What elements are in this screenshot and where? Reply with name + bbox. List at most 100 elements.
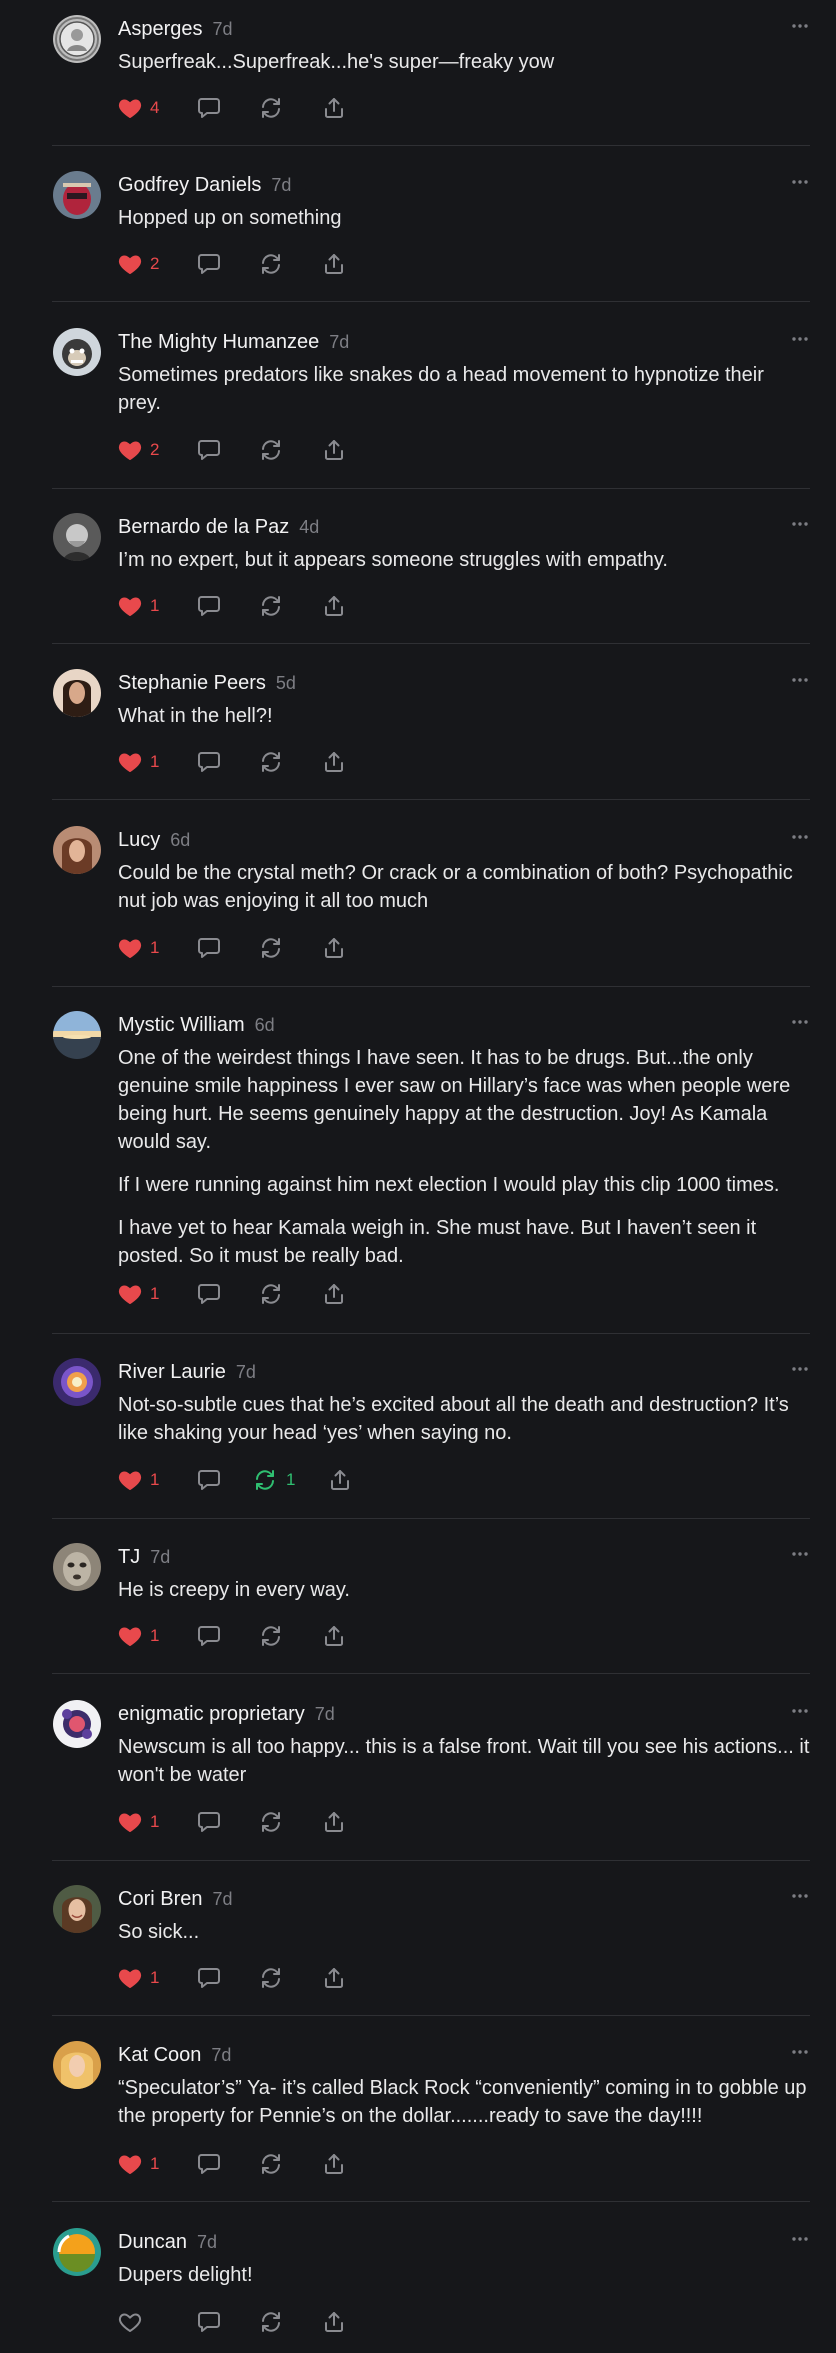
like-button[interactable]: 4: [118, 94, 159, 122]
author-name[interactable]: River Laurie: [118, 1361, 226, 1383]
share-button[interactable]: [322, 250, 346, 278]
like-button[interactable]: 1: [118, 1964, 159, 1992]
timestamp[interactable]: 6d: [255, 1015, 275, 1035]
reply-button[interactable]: [196, 748, 222, 776]
restack-button[interactable]: [258, 1622, 292, 1650]
author-name[interactable]: Mystic William: [118, 1014, 245, 1036]
reply-button[interactable]: [196, 1964, 222, 1992]
author-name[interactable]: Stephanie Peers: [118, 672, 266, 694]
avatar[interactable]: [53, 1543, 101, 1591]
more-dots-icon[interactable]: [790, 670, 810, 690]
more-dots-icon[interactable]: [790, 1012, 810, 1032]
restack-button[interactable]: [258, 1808, 292, 1836]
author-name[interactable]: Cori Bren: [118, 1888, 202, 1910]
reply-button[interactable]: [196, 934, 222, 962]
like-button[interactable]: 2: [118, 436, 159, 464]
like-button[interactable]: 1: [118, 748, 159, 776]
reply-button[interactable]: [196, 250, 222, 278]
author-name[interactable]: Asperges: [118, 18, 203, 40]
reply-button[interactable]: [196, 1466, 222, 1494]
timestamp[interactable]: 5d: [276, 673, 296, 693]
share-button[interactable]: [322, 436, 346, 464]
restack-button[interactable]: [258, 1280, 292, 1308]
timestamp[interactable]: 7d: [236, 1362, 256, 1382]
share-button[interactable]: [322, 1622, 346, 1650]
author-name[interactable]: enigmatic proprietary: [118, 1703, 305, 1725]
more-dots-icon[interactable]: [790, 2229, 810, 2249]
more-dots-icon[interactable]: [790, 329, 810, 349]
reply-button[interactable]: [196, 94, 222, 122]
author-name[interactable]: Godfrey Daniels: [118, 174, 261, 196]
more-dots-icon[interactable]: [790, 172, 810, 192]
author-name[interactable]: Kat Coon: [118, 2044, 201, 2066]
more-dots-icon[interactable]: [790, 514, 810, 534]
reply-button[interactable]: [196, 1280, 222, 1308]
avatar[interactable]: [53, 171, 101, 219]
avatar[interactable]: [53, 15, 101, 63]
like-button[interactable]: 2: [118, 250, 159, 278]
timestamp[interactable]: 7d: [315, 1704, 335, 1724]
share-button[interactable]: [322, 934, 346, 962]
restack-button[interactable]: [258, 1964, 292, 1992]
avatar[interactable]: [53, 513, 101, 561]
like-button[interactable]: 1: [118, 1808, 159, 1836]
like-button[interactable]: 1: [118, 592, 159, 620]
author-name[interactable]: TJ: [118, 1546, 140, 1568]
like-button[interactable]: 1: [118, 1280, 159, 1308]
avatar[interactable]: [53, 826, 101, 874]
share-button[interactable]: [322, 94, 346, 122]
restack-button[interactable]: [258, 436, 292, 464]
more-dots-icon[interactable]: [790, 2042, 810, 2062]
author-name[interactable]: Bernardo de la Paz: [118, 516, 289, 538]
like-button[interactable]: 1: [118, 1466, 159, 1494]
avatar[interactable]: [53, 1885, 101, 1933]
restack-button[interactable]: [258, 748, 292, 776]
avatar[interactable]: [53, 1700, 101, 1748]
more-dots-icon[interactable]: [790, 1544, 810, 1564]
reply-button[interactable]: [196, 2308, 222, 2336]
share-button[interactable]: [322, 1808, 346, 1836]
restack-button[interactable]: [258, 94, 292, 122]
like-button[interactable]: 1: [118, 934, 159, 962]
avatar[interactable]: [53, 2041, 101, 2089]
author-name[interactable]: The Mighty Humanzee: [118, 331, 319, 353]
restack-button[interactable]: [258, 592, 292, 620]
avatar[interactable]: [53, 669, 101, 717]
timestamp[interactable]: 7d: [212, 1889, 232, 1909]
avatar[interactable]: [53, 328, 101, 376]
timestamp[interactable]: 7d: [150, 1547, 170, 1567]
share-button[interactable]: [322, 2150, 346, 2178]
author-name[interactable]: Lucy: [118, 829, 160, 851]
timestamp[interactable]: 7d: [213, 19, 233, 39]
like-button[interactable]: [118, 2308, 150, 2336]
reply-button[interactable]: [196, 2150, 222, 2178]
more-dots-icon[interactable]: [790, 16, 810, 36]
more-dots-icon[interactable]: [790, 1701, 810, 1721]
share-button[interactable]: [322, 1964, 346, 1992]
reply-button[interactable]: [196, 1622, 222, 1650]
restack-button[interactable]: [258, 934, 292, 962]
like-button[interactable]: 1: [118, 2150, 159, 2178]
more-dots-icon[interactable]: [790, 1359, 810, 1379]
timestamp[interactable]: 6d: [170, 830, 190, 850]
share-button[interactable]: [322, 592, 346, 620]
reply-button[interactable]: [196, 436, 222, 464]
avatar[interactable]: [53, 1358, 101, 1406]
author-name[interactable]: Duncan: [118, 2231, 187, 2253]
share-button[interactable]: [322, 1280, 346, 1308]
reply-button[interactable]: [196, 1808, 222, 1836]
more-dots-icon[interactable]: [790, 827, 810, 847]
timestamp[interactable]: 7d: [211, 2045, 231, 2065]
avatar[interactable]: [53, 1011, 101, 1059]
restack-button[interactable]: 1: [252, 1466, 295, 1494]
more-dots-icon[interactable]: [790, 1886, 810, 1906]
reply-button[interactable]: [196, 592, 222, 620]
share-button[interactable]: [322, 748, 346, 776]
timestamp[interactable]: 7d: [329, 332, 349, 352]
like-button[interactable]: 1: [118, 1622, 159, 1650]
timestamp[interactable]: 4d: [299, 517, 319, 537]
share-button[interactable]: [322, 2308, 346, 2336]
avatar[interactable]: [53, 2228, 101, 2276]
restack-button[interactable]: [258, 2308, 292, 2336]
restack-button[interactable]: [258, 2150, 292, 2178]
